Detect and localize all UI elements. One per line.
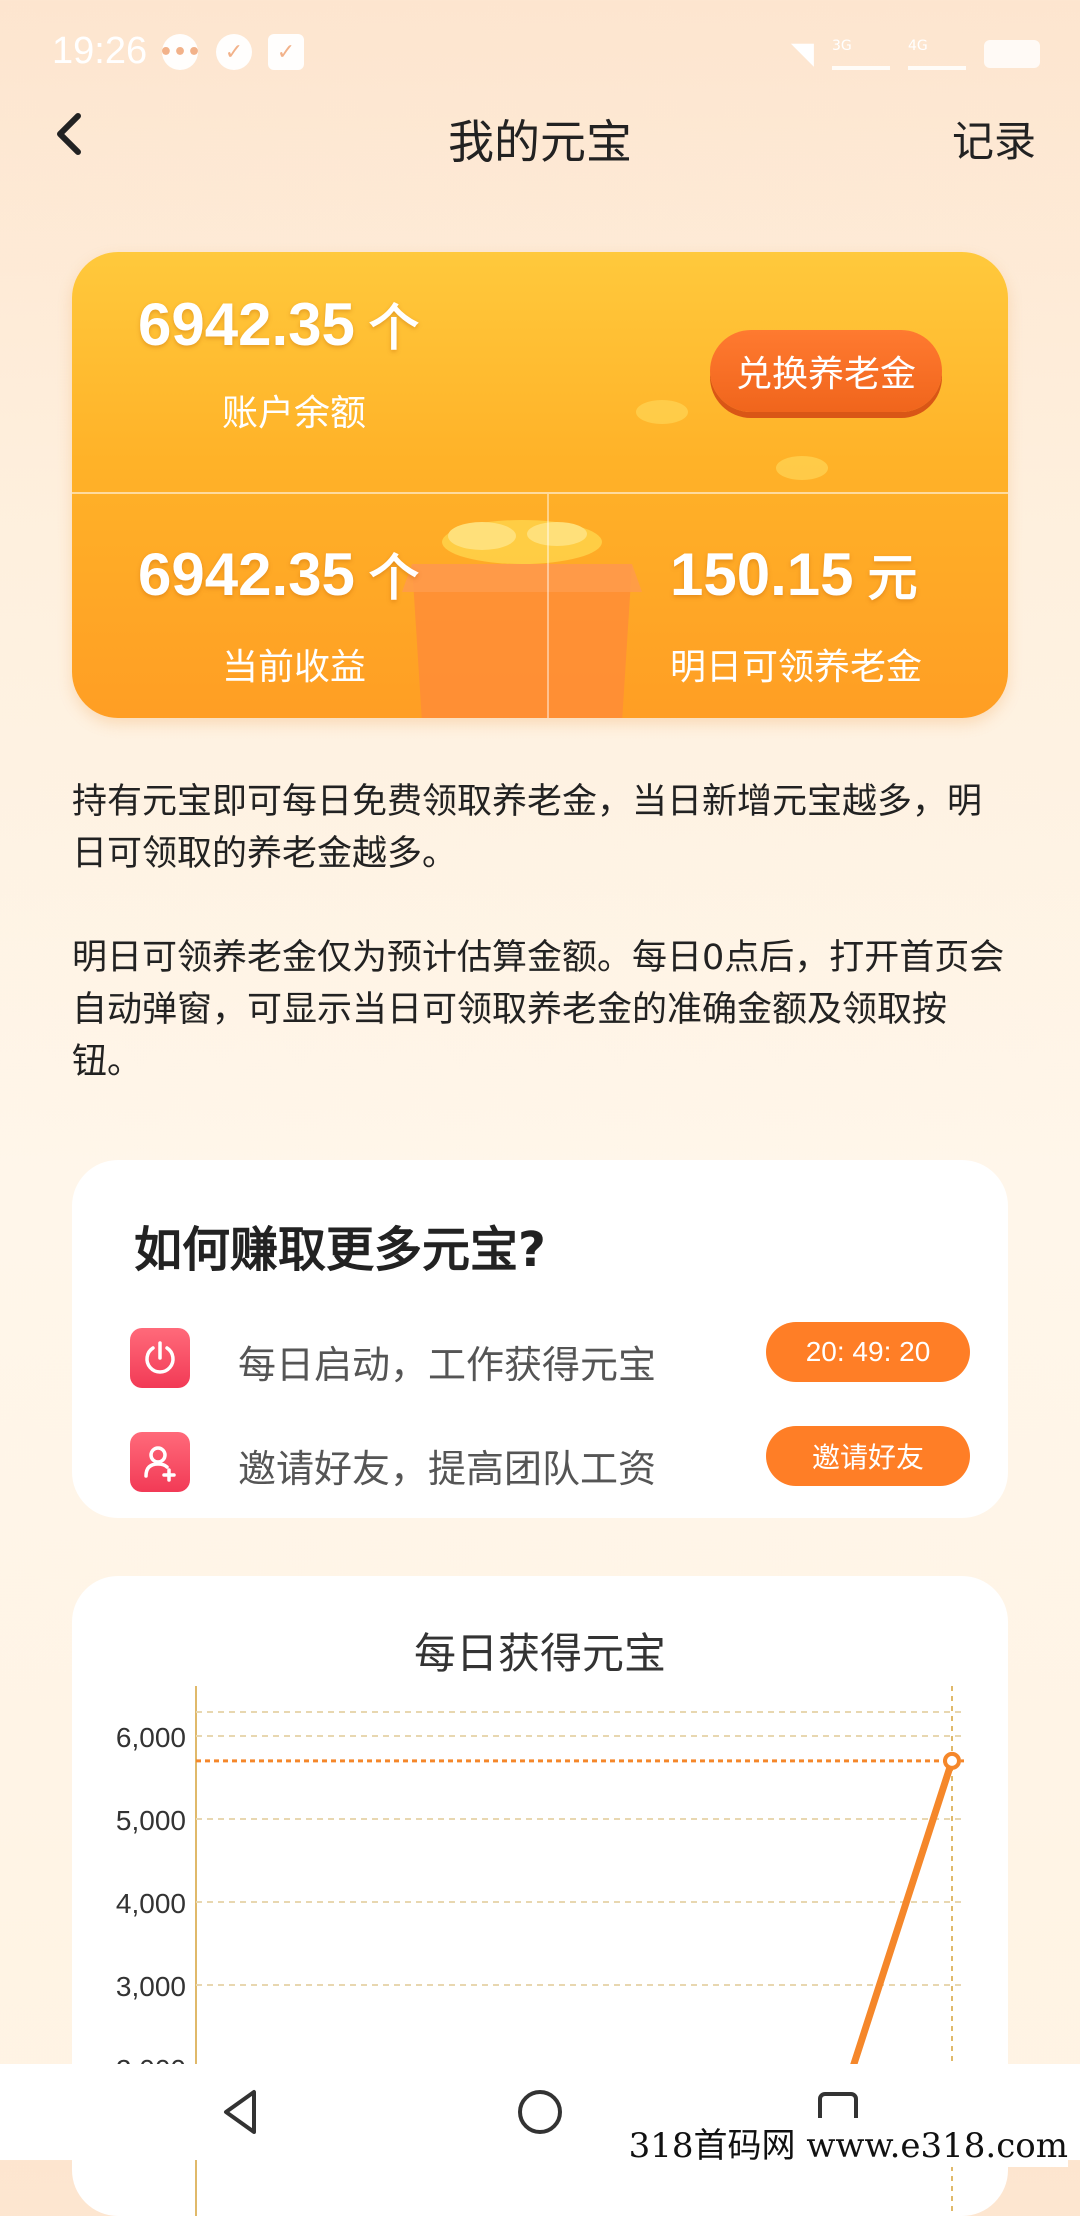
check-circle-icon: ✓ [216,34,252,70]
earnings-amount: 6942.35 个 [138,538,419,610]
status-bar: 19:26 ••• ✓ ✓ ◥ 3G 4G [0,0,1080,110]
data-point [943,1751,961,1770]
earnings-label: 当前收益 [222,647,367,688]
pension-unit: 元 [867,550,918,606]
signal-4g-icon: 4G [908,38,966,70]
balance-unit: 个 [368,300,419,356]
balance-card: 6942.35 个 账户余额 兑换养老金 6942.35 个 当前收益 150.15… [72,252,1008,718]
balance-value: 6942.35 [138,291,355,358]
earn-item-daily-start: 每日启动，工作获得元宝 20: 49: 20 [130,1322,970,1402]
earn-item-text: 邀请好友，提高团队工资 [238,1447,657,1491]
power-icon [130,1328,190,1388]
pension-value: 150.15 [670,541,854,608]
battery-icon [984,39,1040,68]
back-triangle-icon[interactable] [210,2080,274,2144]
pension-label: 明日可领养老金 [670,647,923,688]
exchange-pension-button[interactable]: 兑换养老金 [710,330,942,412]
balance-label: 账户余额 [222,393,367,434]
earn-item-invite: 邀请好友，提高团队工资 邀请好友 [130,1426,970,1506]
record-link[interactable]: 记录 [952,108,1036,169]
top-nav: 我的元宝 记录 [0,100,1080,170]
earnings-unit: 个 [368,550,419,606]
earn-item-text: 每日启动，工作获得元宝 [238,1343,657,1387]
earn-more-card: 如何赚取更多元宝? 每日启动，工作获得元宝 20: 49: 20 邀请好友，提高… [72,1160,1008,1518]
status-time: 19:26 [52,30,148,72]
earnings-value: 6942.35 [138,541,355,608]
y-tick-label: 5,000 [116,1805,186,1836]
invite-friends-button[interactable]: 邀请好友 [766,1426,970,1486]
y-tick-label: 6,000 [116,1722,186,1753]
add-user-icon [130,1432,190,1492]
earn-more-title: 如何赚取更多元宝? [134,1222,546,1278]
pension-amount: 150.15 元 [670,538,918,610]
page-title: 我的元宝 [448,115,632,169]
y-tick-label: 3,000 [116,1971,186,2002]
card-divider-vertical [547,494,549,718]
message-icon: ••• [159,34,201,70]
wifi-icon: ◥ [790,36,814,71]
balance-amount: 6942.35 个 [138,288,419,360]
signal-3g-icon: 3G [832,38,890,70]
y-tick-label: 4,000 [116,1888,186,1919]
description-paragraph-1: 持有元宝即可每日免费领取养老金，当日新增元宝越多，明日可领取的养老金越多。 [72,782,983,874]
countdown-button[interactable]: 20: 49: 20 [766,1322,970,1382]
description-paragraph-2: 明日可领养老金仅为预计估算金额。每日0点后，打开首页会自动弹窗，可显示当日可领取… [72,938,1005,1082]
series-line [843,1757,956,2089]
task-icon: ✓ [268,34,304,70]
home-circle-icon[interactable] [508,2080,572,2144]
card-divider [72,492,1008,494]
